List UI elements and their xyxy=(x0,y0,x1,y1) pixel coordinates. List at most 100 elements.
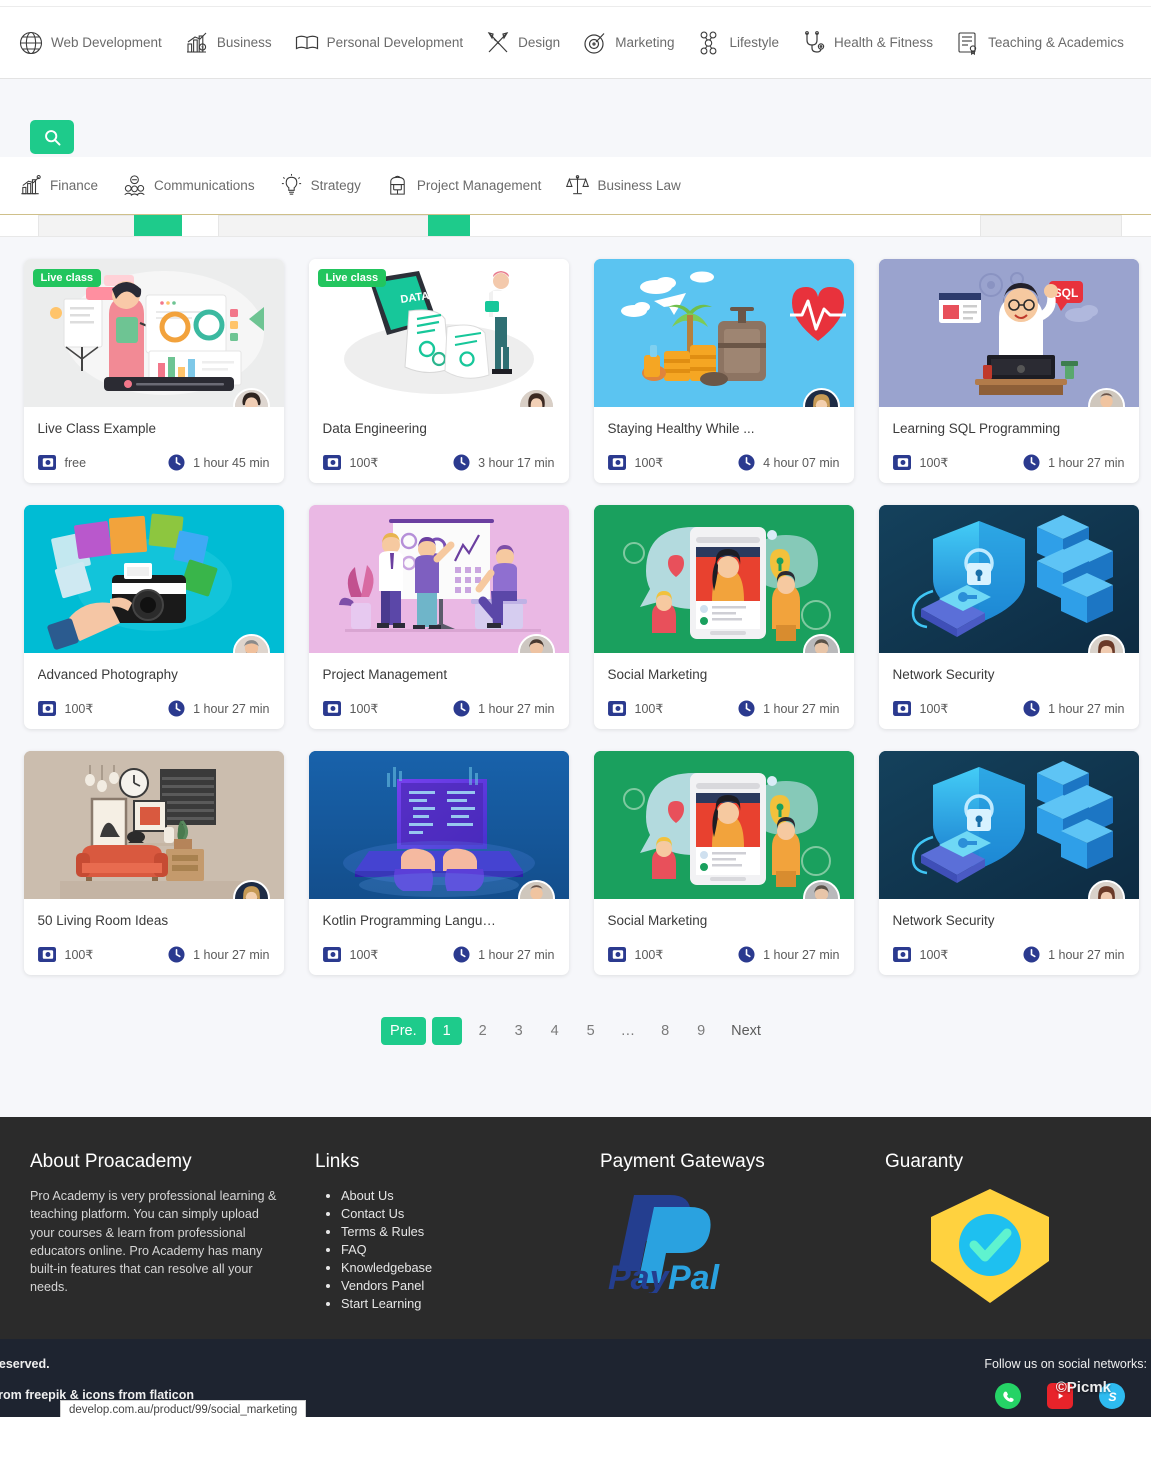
wallet-icon xyxy=(37,946,57,963)
duration-text: 3 hour 17 min xyxy=(478,455,555,470)
footer-link-vendors-panel[interactable]: Vendors Panel xyxy=(341,1278,424,1293)
course-title: 50 Living Room Ideas xyxy=(37,913,169,928)
wallet-icon xyxy=(607,700,627,717)
course-title: Network Security xyxy=(892,667,995,682)
duration-text: 1 hour 27 min xyxy=(1048,455,1125,470)
list-item[interactable]: Knowledgebase xyxy=(341,1259,600,1276)
list-item[interactable]: Contact Us xyxy=(341,1205,600,1222)
footer-link-contact-us[interactable]: Contact Us xyxy=(341,1206,404,1221)
list-item[interactable]: FAQ xyxy=(341,1241,600,1258)
subnav-item-communications[interactable]: Communications xyxy=(122,173,255,198)
nav-item-personal-development[interactable]: Personal Development xyxy=(294,30,463,56)
course-card[interactable]: Live class Live Class Example free 1 hou… xyxy=(23,259,284,483)
course-card[interactable]: Network Security 100₹ 1 hour 27 min xyxy=(878,505,1139,729)
course-duration: 3 hour 17 min xyxy=(453,454,555,471)
whatsapp-icon[interactable] xyxy=(995,1383,1021,1410)
nav-item-lifestyle[interactable]: Lifestyle xyxy=(696,30,779,56)
duration-text: 1 hour 27 min xyxy=(1048,947,1125,962)
course-grid: Live class Live Class Example free 1 hou… xyxy=(16,259,1139,975)
bar-chart-dollar-icon: $ xyxy=(184,30,210,56)
subnav-item-finance[interactable]: Finance xyxy=(18,173,98,198)
search-button[interactable] xyxy=(30,120,74,154)
filter-field-2[interactable] xyxy=(218,215,433,236)
course-body: 50 Living Room Ideas 100₹ 1 hour 27 min xyxy=(24,899,284,975)
list-item[interactable]: About Us xyxy=(341,1187,600,1204)
course-meta: 100₹ 3 hour 17 min xyxy=(322,454,555,471)
course-body: Data Engineering 100₹ 3 hour 17 min xyxy=(309,407,569,483)
pagination-page-1[interactable]: 1 xyxy=(431,1017,462,1045)
course-title: Social Marketing xyxy=(607,913,708,928)
course-card[interactable]: SQL Learning SQL Programming 100₹ 1 hour… xyxy=(878,259,1139,483)
pagination-page-3[interactable]: 3 xyxy=(504,1017,534,1045)
course-price: 100₹ xyxy=(37,946,93,963)
course-card[interactable]: Kotlin Programming Language 100₹ 1 hour … xyxy=(308,751,569,975)
growth-chart-icon xyxy=(18,173,43,198)
pagination-page-5[interactable]: 5 xyxy=(576,1017,606,1045)
lightbulb-icon xyxy=(279,173,304,198)
nav-item-design[interactable]: Design xyxy=(485,30,560,56)
course-card[interactable]: 50 Living Room Ideas 100₹ 1 hour 27 min xyxy=(23,751,284,975)
course-duration: 1 hour 27 min xyxy=(1023,454,1125,471)
course-title: Learning SQL Programming xyxy=(892,421,1061,436)
course-card[interactable]: Social Marketing 100₹ 1 hour 27 min xyxy=(593,505,854,729)
footer-link-about-us[interactable]: About Us xyxy=(341,1188,394,1203)
duration-text: 1 hour 27 min xyxy=(763,947,840,962)
course-body: Network Security 100₹ 1 hour 27 min xyxy=(879,899,1139,975)
list-item[interactable]: Terms & Rules xyxy=(341,1223,600,1240)
price-text: 100₹ xyxy=(919,948,949,962)
pagination-page-2[interactable]: 2 xyxy=(468,1017,498,1045)
nav-item-health-fitness[interactable]: Health & Fitness xyxy=(801,30,933,56)
price-text: 100₹ xyxy=(919,456,949,470)
footer-link-faq[interactable]: FAQ xyxy=(341,1242,367,1257)
filter-apply-1[interactable] xyxy=(134,215,182,236)
course-thumbnail: DATA Live class xyxy=(308,259,569,407)
list-item[interactable]: Vendors Panel xyxy=(341,1277,600,1294)
pagination-page-4[interactable]: 4 xyxy=(540,1017,570,1045)
course-card[interactable]: Project Management 100₹ 1 hour 27 min xyxy=(308,505,569,729)
watermark: ©Picmk xyxy=(1055,1379,1111,1397)
live-class-badge: Live class xyxy=(32,269,102,287)
course-meta: 100₹ 1 hour 27 min xyxy=(892,700,1125,717)
footer-link-knowledgebase[interactable]: Knowledgebase xyxy=(341,1260,432,1275)
course-card[interactable]: Network Security 100₹ 1 hour 27 min xyxy=(878,751,1139,975)
backpack-gear-icon xyxy=(385,173,410,198)
course-body: Live Class Example free 1 hour 45 min xyxy=(24,407,284,483)
course-card[interactable]: Staying Healthy While ... 100₹ 4 hour 07… xyxy=(593,259,854,483)
filter-field-1[interactable] xyxy=(38,215,138,236)
footer-link-start-learning[interactable]: Start Learning xyxy=(341,1296,421,1311)
nav-item-marketing[interactable]: Marketing xyxy=(582,30,674,56)
price-text: 100₹ xyxy=(349,456,379,470)
price-text: 100₹ xyxy=(349,948,379,962)
course-meta: 100₹ 1 hour 27 min xyxy=(37,946,270,963)
pencil-ruler-icon xyxy=(485,30,511,56)
pagination-next[interactable]: Next xyxy=(722,1017,770,1045)
footer-link-terms-rules[interactable]: Terms & Rules xyxy=(341,1224,424,1239)
course-title: Data Engineering xyxy=(322,421,427,436)
pagination-page-8[interactable]: 8 xyxy=(650,1017,680,1045)
nav-item-business[interactable]: $ Business xyxy=(184,30,272,56)
subnav-item-project-management[interactable]: Project Management xyxy=(385,173,541,198)
course-body: Learning SQL Programming 100₹ 1 hour 27 … xyxy=(879,407,1139,483)
duration-text: 1 hour 45 min xyxy=(193,455,270,470)
nav-item-web-development[interactable]: Web Development xyxy=(18,30,162,56)
nav-item-teaching-academics[interactable]: Teaching & Academics xyxy=(955,30,1124,56)
filter-field-3[interactable] xyxy=(980,215,1122,236)
sub-category-nav: Finance Communications Strategy Project … xyxy=(0,157,1151,215)
course-card[interactable]: Social Marketing 100₹ 1 hour 27 min xyxy=(593,751,854,975)
certificate-icon xyxy=(955,30,981,56)
list-item[interactable]: Start Learning xyxy=(341,1295,600,1312)
course-thumbnail xyxy=(593,259,854,407)
footer-about-heading: About Proacademy xyxy=(30,1151,192,1172)
filter-apply-2[interactable] xyxy=(428,215,470,236)
course-price: 100₹ xyxy=(322,946,379,963)
subnav-item-strategy[interactable]: Strategy xyxy=(279,173,361,198)
footer-about-text: Pro Academy is very professional learnin… xyxy=(30,1189,277,1295)
pagination-page-9[interactable]: 9 xyxy=(686,1017,716,1045)
pagination-prev[interactable]: Pre. xyxy=(381,1017,426,1045)
course-card[interactable]: Advanced Photography 100₹ 1 hour 27 min xyxy=(23,505,284,729)
course-card[interactable]: DATA Live class Data Engineering 100₹ 3 … xyxy=(308,259,569,483)
clock-icon xyxy=(168,946,185,963)
course-body: Social Marketing 100₹ 1 hour 27 min xyxy=(594,899,854,975)
course-meta: 100₹ 1 hour 27 min xyxy=(607,946,840,963)
subnav-item-business-law[interactable]: Business Law xyxy=(565,173,681,198)
